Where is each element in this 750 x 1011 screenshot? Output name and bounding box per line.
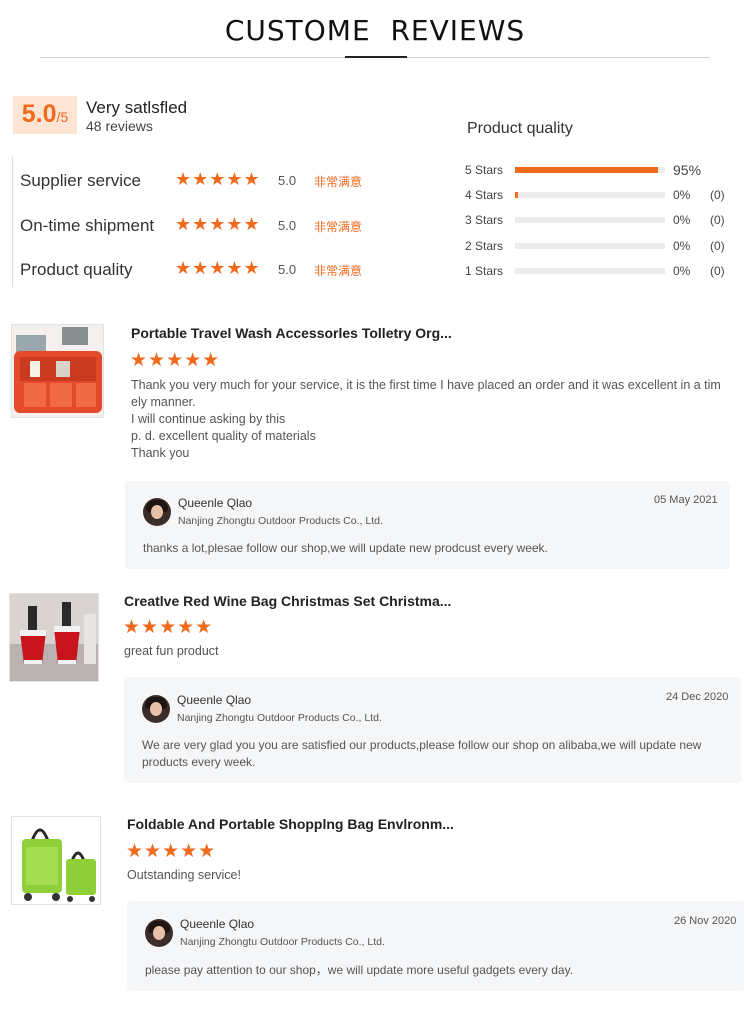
avatar xyxy=(145,919,173,947)
product-quality-title: Product quality xyxy=(467,120,573,137)
review-count: 48 reviews xyxy=(86,118,153,134)
reply-name: Queenle Qlao xyxy=(177,693,252,707)
review-text: Outstanding service! xyxy=(127,868,241,882)
distribution-track xyxy=(515,268,665,274)
metric-value: 5.0 xyxy=(278,173,297,188)
distribution-fill xyxy=(515,192,518,198)
distribution-label: 2 Stars xyxy=(465,239,504,253)
metric-word: 非常满意 xyxy=(314,264,363,278)
metrics-divider xyxy=(12,157,13,287)
distribution-label: 4 Stars xyxy=(465,188,504,202)
distribution-count: (0) xyxy=(710,188,725,202)
reply-text: please pay attention to our shop，we will… xyxy=(145,963,574,977)
distribution-percent: 0% xyxy=(673,188,691,202)
metric-product-quality: Product quality ★★★★★ 5.0 非常满意 xyxy=(20,258,380,284)
metric-on-time-shipment: On-time shipment ★★★★★ 5.0 非常满意 xyxy=(20,214,380,240)
distribution-percent: 95% xyxy=(673,162,702,178)
review-text: Thank you very much for your service, it… xyxy=(131,378,721,460)
reply-text: We are very glad you you are satisfied o… xyxy=(142,738,702,769)
distribution-fill xyxy=(515,167,658,173)
avatar xyxy=(143,498,171,526)
distribution-label: 3 Stars xyxy=(465,213,504,227)
star-rating-icon: ★★★★★ xyxy=(123,617,214,638)
avatar xyxy=(142,695,170,723)
distribution-label: 5 Stars xyxy=(465,163,504,177)
overall-score-denominator: /5 xyxy=(56,109,69,125)
star-rating-icon: ★★★★★ xyxy=(175,214,261,234)
satisfaction-label: Very satlsfled xyxy=(86,98,188,117)
distribution-track xyxy=(515,217,665,223)
star-rating-icon: ★★★★★ xyxy=(175,169,261,189)
reply-date: 26 Nov 2020 xyxy=(674,915,737,927)
metric-supplier-service: Supplier service ★★★★★ 5.0 非常满意 xyxy=(20,169,380,195)
overall-score: 5.0 xyxy=(21,100,57,128)
product-thumbnail-toiletry-organizer[interactable] xyxy=(11,324,104,418)
page-title: CUSTOME REVIEWS xyxy=(224,14,526,47)
distribution-track xyxy=(515,192,665,198)
distribution-track xyxy=(515,167,665,173)
product-thumbnail-shopping-bag[interactable] xyxy=(11,816,101,905)
product-title-link[interactable]: Foldable And Portable Shopplng Bag Envlr… xyxy=(127,816,454,832)
distribution-track xyxy=(515,243,665,249)
distribution-percent: 0% xyxy=(673,239,691,253)
reply-company: Nanjing Zhongtu Outdoor Products Co., Lt… xyxy=(178,515,383,527)
distribution-count: (0) xyxy=(710,239,725,253)
review-text: great fun product xyxy=(124,644,219,658)
distribution-count: (0) xyxy=(710,264,725,278)
distribution-count: (0) xyxy=(710,213,725,227)
distribution-row-3: 3 Stars 0% (0) xyxy=(465,213,735,229)
reply-company: Nanjing Zhongtu Outdoor Products Co., Lt… xyxy=(180,936,385,948)
metric-label: Supplier service xyxy=(20,171,141,190)
reply-name: Queenle Qlao xyxy=(180,917,255,931)
overall-score-badge: 5.0 /5 xyxy=(13,96,77,134)
title-accent-bar xyxy=(345,56,407,58)
distribution-percent: 0% xyxy=(673,264,691,278)
reply-company: Nanjing Zhongtu Outdoor Products Co., Lt… xyxy=(177,712,382,724)
distribution-label: 1 Stars xyxy=(465,264,504,278)
distribution-row-4: 4 Stars 0% (0) xyxy=(465,188,735,204)
reply-date: 05 May 2021 xyxy=(654,494,718,506)
metric-value: 5.0 xyxy=(278,218,297,233)
product-title-link[interactable]: Creatlve Red Wine Bag Christmas Set Chri… xyxy=(124,593,451,609)
product-title-link[interactable]: Portable Travel Wash Accessorles Tolletr… xyxy=(131,325,452,341)
star-rating-icon: ★★★★★ xyxy=(130,350,221,371)
distribution-row-5: 5 Stars 95% xyxy=(465,162,735,179)
reply-date: 24 Dec 2020 xyxy=(666,691,729,703)
distribution-row-2: 2 Stars 0% (0) xyxy=(465,239,735,255)
metric-word: 非常满意 xyxy=(314,220,363,234)
distribution-row-1: 1 Stars 0% (0) xyxy=(465,264,735,280)
metric-word: 非常满意 xyxy=(314,175,363,189)
product-thumbnail-wine-bag[interactable] xyxy=(9,593,99,682)
reply-name: Queenle Qlao xyxy=(178,496,253,510)
metric-value: 5.0 xyxy=(278,262,297,277)
metric-label: Product quality xyxy=(20,260,133,279)
star-rating-icon: ★★★★★ xyxy=(126,841,217,862)
star-rating-icon: ★★★★★ xyxy=(175,258,261,278)
metric-label: On-time shipment xyxy=(20,216,155,235)
distribution-percent: 0% xyxy=(673,213,691,227)
reply-text: thanks a lot,plesae follow our shop,we w… xyxy=(143,541,548,555)
